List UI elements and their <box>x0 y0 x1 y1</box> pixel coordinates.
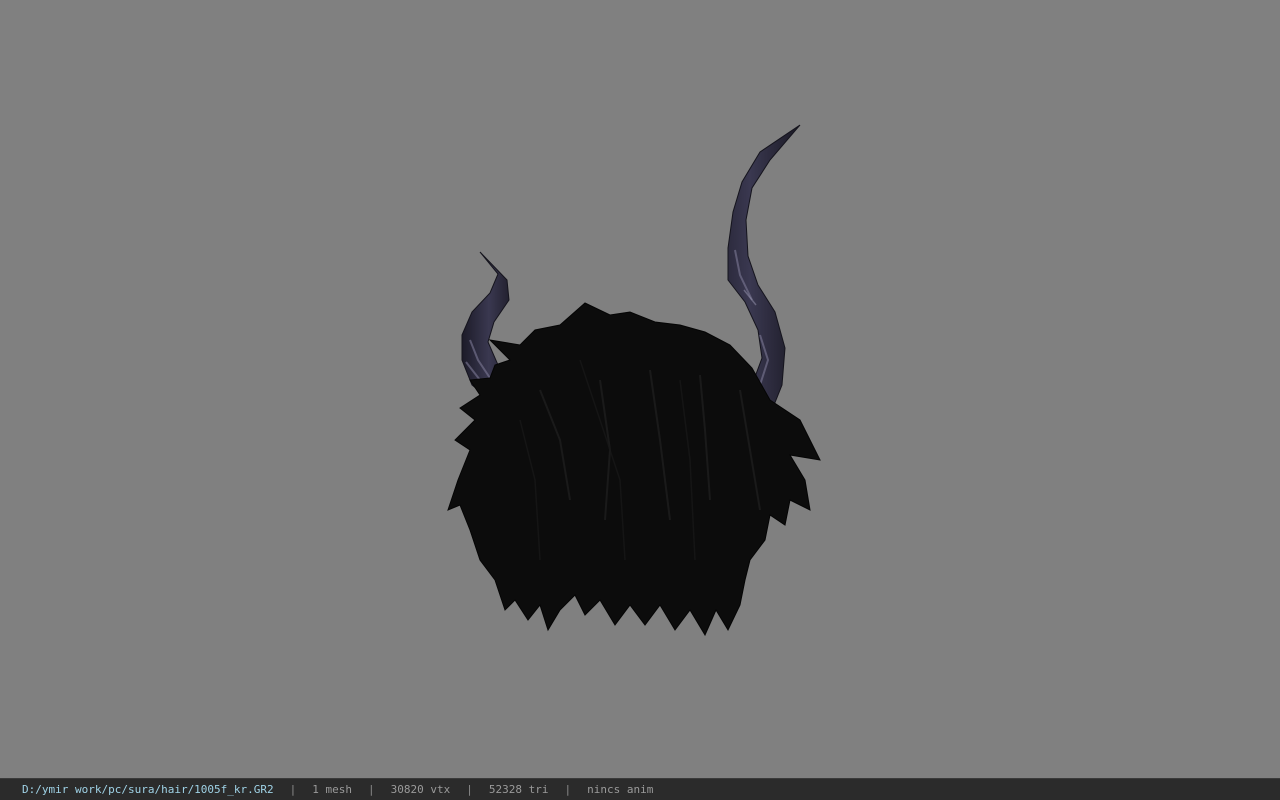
triangle-count: 52328 tri <box>488 783 549 796</box>
file-path: D:/ymir work/pc/sura/hair/1005f_kr.GR2 <box>22 783 274 796</box>
separator: | <box>466 783 473 796</box>
separator: | <box>289 783 297 796</box>
mesh-count: 1 mesh <box>312 783 353 796</box>
vertex-count: 30820 vtx <box>390 783 451 796</box>
animation-status: nincs anim <box>587 783 654 796</box>
separator: | <box>368 783 375 796</box>
model-render <box>447 124 821 637</box>
separator: | <box>564 783 572 796</box>
status-bar: D:/ymir work/pc/sura/hair/1005f_kr.GR2 |… <box>0 778 1280 800</box>
3d-viewport[interactable] <box>0 0 1280 778</box>
